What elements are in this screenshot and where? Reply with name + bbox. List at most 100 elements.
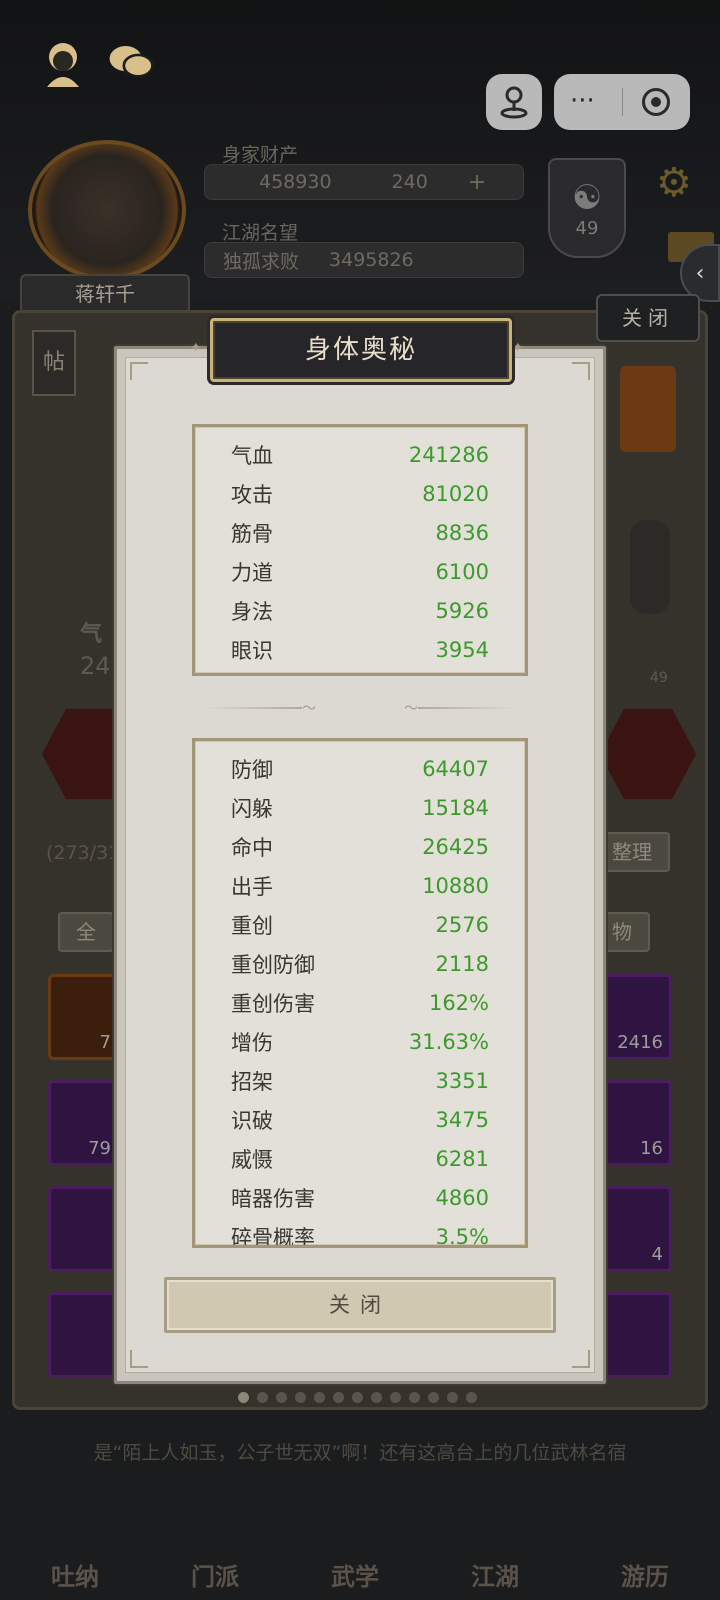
joystick-icon [500, 86, 528, 119]
stat-name: 增伤 [231, 1030, 273, 1055]
page-dot[interactable] [409, 1392, 420, 1403]
stat-row: 威慑 6281 [195, 1139, 525, 1178]
hp-label-partial: 气 [80, 622, 103, 647]
nav-sect[interactable]: 门派 [160, 1500, 270, 1600]
stat-value: 3.5% [435, 1224, 489, 1248]
nav-martial[interactable]: 武学 [300, 1500, 410, 1600]
fame-title: 独孤求败 [223, 250, 300, 273]
filter-all-tab[interactable]: 全 [58, 912, 114, 952]
inventory-slot[interactable]: 4 [596, 1186, 672, 1272]
avatar-head-icon[interactable] [38, 38, 88, 88]
page-dot[interactable] [390, 1392, 401, 1403]
stat-name: 威慑 [231, 1147, 273, 1172]
page-dot[interactable] [276, 1392, 287, 1403]
close-miniapp-dot [651, 97, 661, 107]
stat-name: 气血 [231, 443, 273, 468]
gold-amount: 458930 [259, 171, 332, 193]
marquee-text: 是“陌上人如玉，公子世无双”啊！还有这高台上的几位武林名宿 [93, 1442, 627, 1464]
stat-name: 身法 [231, 599, 273, 624]
stat-value: 64407 [422, 756, 489, 781]
stat-row: 攻击 81020 [195, 474, 525, 513]
inventory-slot[interactable]: 7 [48, 974, 120, 1060]
hp-value-partial: 24 [80, 652, 111, 680]
chat-bubbles-icon[interactable] [106, 38, 156, 88]
post-tab[interactable]: 帖 [32, 330, 76, 396]
bag-capacity: (273/31 [46, 842, 121, 864]
stat-value: 2576 [435, 912, 489, 937]
stat-name: 力道 [231, 560, 273, 585]
stat-row: 力道 6100 [195, 552, 525, 591]
stat-name: 招架 [231, 1069, 273, 1094]
inventory-slot[interactable]: 16 [596, 1080, 672, 1166]
corner-ornament [572, 1350, 590, 1368]
inventory-slot[interactable] [48, 1186, 120, 1272]
stat-row: 气血 241286 [195, 435, 525, 474]
stat-name: 眼识 [231, 638, 273, 663]
page-dot[interactable] [333, 1392, 344, 1403]
stat-name: 防御 [231, 757, 273, 782]
level-badge[interactable]: ☯ 49 [548, 158, 626, 258]
page-dot[interactable] [314, 1392, 325, 1403]
nav-jianghu[interactable]: 江湖 [440, 1500, 550, 1600]
nav-tuna[interactable]: 吐纳 [20, 1500, 130, 1600]
background-close-button[interactable]: 关闭 [596, 294, 700, 342]
page-dot[interactable] [295, 1392, 306, 1403]
stat-row: 身法 5926 [195, 591, 525, 630]
stat-value: 3475 [435, 1107, 489, 1132]
slot-count: 16 [640, 1138, 663, 1159]
title-wing-left: ✦ [190, 340, 202, 356]
fame-label: 江湖名望 [222, 222, 299, 244]
stat-value: 162% [428, 990, 489, 1015]
stat-row: 防御 64407 [195, 749, 525, 788]
stat-row: 招架 3351 [195, 1061, 525, 1100]
stat-row: 重创 2576 [195, 905, 525, 944]
inventory-slot[interactable] [48, 1292, 120, 1378]
stat-row: 眼识 3954 [195, 630, 525, 669]
secondary-stats-list[interactable]: 防御 64407 闪躲 15184 命中 26425 出手 10880 重创 2576 重创防御 21… [195, 749, 525, 1248]
page-dot[interactable] [428, 1392, 439, 1403]
primary-stats-list: 气血 241286 攻击 81020 筋骨 8836 力道 6100 身法 5926 眼识 3954 [195, 435, 525, 669]
inventory-slot[interactable]: 2416 [596, 974, 672, 1060]
inventory-slot[interactable] [596, 1292, 672, 1378]
stat-value: 241286 [408, 442, 489, 467]
stat-value: 26425 [422, 834, 489, 859]
player-avatar[interactable] [28, 140, 186, 280]
page-dot[interactable] [371, 1392, 382, 1403]
section-divider: 〜 〜 [204, 701, 517, 717]
nav-travel[interactable]: 游历 [590, 1500, 700, 1600]
inventory-slot[interactable]: 79 [48, 1080, 120, 1166]
gear-icon[interactable]: ⚙ [656, 160, 692, 206]
stat-row: 闪躲 15184 [195, 788, 525, 827]
stat-value: 8836 [435, 520, 489, 545]
add-currency-icon[interactable]: + [468, 170, 486, 195]
page-dot[interactable] [447, 1392, 458, 1403]
page-indicator [238, 1392, 477, 1403]
corner-ornament [130, 362, 148, 380]
close-miniapp-icon[interactable] [642, 88, 670, 116]
stat-value: 81020 [422, 481, 489, 506]
stat-value: 3351 [435, 1068, 489, 1093]
close-button[interactable]: 关闭 [164, 1277, 556, 1333]
stat-row: 碎骨概率 3.5% [195, 1217, 525, 1248]
title-wing-right: ✦ [512, 340, 524, 356]
corner-ornament [572, 362, 590, 380]
stat-row: 识破 3475 [195, 1100, 525, 1139]
level-value: 49 [575, 217, 599, 239]
page-dot[interactable] [352, 1392, 363, 1403]
stat-name: 闪躲 [231, 796, 273, 821]
weapon-item-icon[interactable] [630, 520, 670, 614]
head-icon-svg [47, 43, 79, 87]
page-dot[interactable] [466, 1392, 477, 1403]
joystick-button[interactable] [486, 74, 542, 130]
stat-row: 重创防御 2118 [195, 944, 525, 983]
dialog-title: 身体奥秘 [210, 318, 512, 382]
page-dot[interactable] [257, 1392, 268, 1403]
yin-yang-icon: ☯ [571, 177, 603, 218]
page-dot[interactable] [238, 1392, 249, 1403]
seal-badge-icon[interactable] [620, 366, 676, 452]
stat-name: 重创伤害 [231, 991, 315, 1016]
capsule-divider [622, 88, 623, 116]
more-icon[interactable]: ··· [570, 86, 595, 116]
stat-name: 重创 [231, 913, 273, 938]
secondary-stats-box[interactable]: 防御 64407 闪躲 15184 命中 26425 出手 10880 重创 2576 重创防御 21… [192, 738, 528, 1248]
